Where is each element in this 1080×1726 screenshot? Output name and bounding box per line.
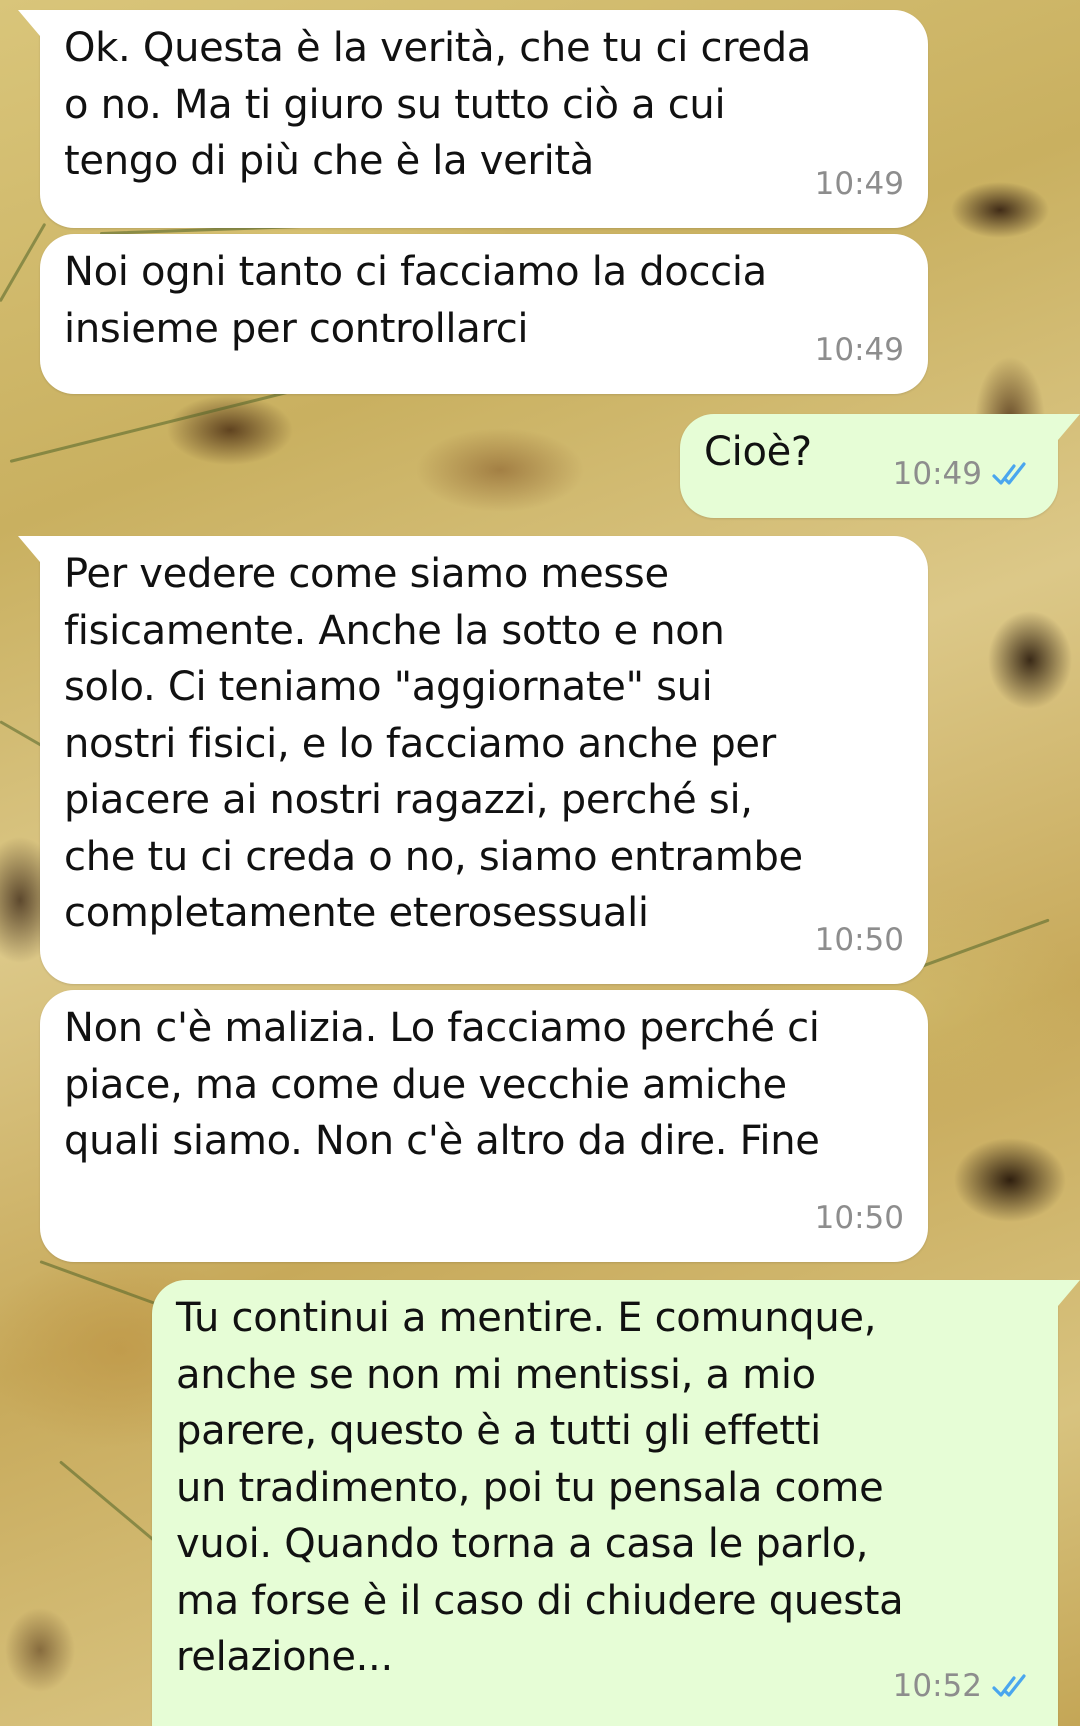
message-meta: 10:49: [893, 446, 1034, 503]
message-bubble-outgoing[interactable]: Cioè? 10:49: [680, 414, 1080, 518]
message-bubble-incoming[interactable]: Noi ogni tanto ci facciamo la doccia ins…: [40, 234, 928, 394]
message-bubble-incoming[interactable]: Ok. Questa è la verità, che tu ci creda …: [18, 10, 928, 228]
message-text: Non c'è malizia. Lo facciamo perché ci p…: [64, 1005, 820, 1164]
message-time: 10:49: [814, 165, 904, 202]
double-check-read-icon: [992, 1674, 1026, 1697]
bubble-tail: [1058, 414, 1080, 440]
message-meta: 10:50: [815, 1190, 904, 1247]
message-text: Tu continui a mentire. E comunque, anche…: [176, 1295, 904, 1680]
wallpaper-herb: [59, 1460, 161, 1547]
message-meta: 10:50: [815, 912, 904, 969]
bubble-tail: [18, 10, 40, 36]
message-bubble-incoming[interactable]: Non c'è malizia. Lo facciamo perché ci p…: [40, 990, 928, 1262]
message-time: 10:50: [814, 921, 904, 958]
message-time: 10:49: [892, 455, 982, 492]
message-text: Ok. Questa è la verità, che tu ci creda …: [64, 25, 812, 184]
message-text: Noi ogni tanto ci facciamo la doccia ins…: [64, 249, 767, 352]
message-time: 10:50: [814, 1199, 904, 1236]
bubble-tail: [18, 536, 40, 562]
double-check-read-icon: [992, 462, 1026, 485]
message-meta: 10:49: [815, 322, 904, 379]
message-time: 10:52: [892, 1667, 982, 1704]
message-text: Per vedere come siamo messe fisicamente.…: [64, 551, 803, 936]
message-meta: 10:52: [893, 1658, 1034, 1715]
message-time: 10:49: [814, 331, 904, 368]
message-text: Cioè?: [704, 429, 812, 475]
bubble-tail: [1058, 1280, 1080, 1306]
message-meta: 10:49: [815, 156, 904, 213]
message-bubble-outgoing[interactable]: Tu continui a mentire. E comunque, anche…: [152, 1280, 1080, 1726]
message-bubble-incoming[interactable]: Per vedere come siamo messe fisicamente.…: [18, 536, 928, 984]
